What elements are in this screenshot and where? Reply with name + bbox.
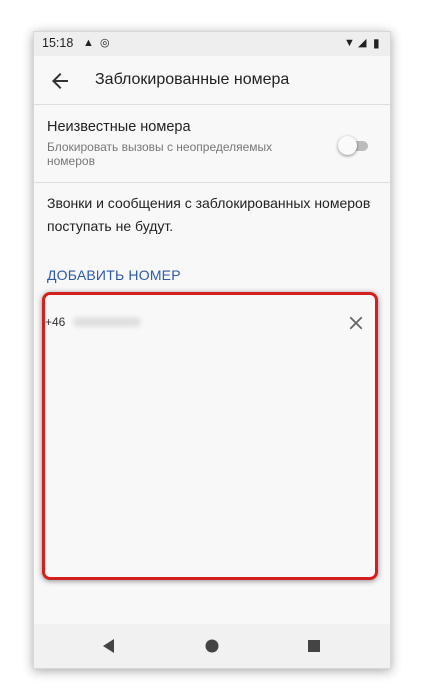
blocked-info-text: Звонки и сообщения с заблокированных ном… — [47, 195, 371, 234]
wifi-icon: ▼ — [344, 37, 355, 49]
section-divider — [34, 182, 390, 183]
page-title: Заблокированные номера — [95, 71, 290, 88]
back-triangle-icon[interactable] — [95, 632, 123, 660]
add-number-button[interactable]: ДОБАВИТЬ НОМЕР — [47, 267, 181, 283]
status-time: 15:18 — [42, 36, 74, 50]
signal-icon: ◢ — [358, 37, 367, 49]
recents-square-icon[interactable] — [300, 632, 328, 660]
phone-screen: 15:18 ▲ ◎ ▼ ◢ ▮ Заблокированные номера Н… — [33, 31, 391, 669]
warning-icon: ▲ — [83, 37, 94, 49]
highlight-frame — [42, 292, 378, 580]
unknown-numbers-title: Неизвестные номера — [47, 119, 191, 135]
arrow-back-icon[interactable] — [48, 69, 72, 93]
status-bar: 15:18 ▲ ◎ ▼ ◢ ▮ — [34, 32, 390, 56]
header-divider — [34, 104, 390, 105]
home-circle-icon[interactable] — [198, 632, 226, 660]
battery-icon: ▮ — [373, 36, 380, 50]
unknown-numbers-toggle[interactable] — [338, 135, 370, 157]
toggle-thumb — [338, 136, 357, 155]
sync-icon: ◎ — [100, 37, 110, 49]
app-bar: Заблокированные номера — [34, 56, 390, 110]
navigation-bar — [34, 624, 390, 668]
unknown-numbers-subtitle: Блокировать вызовы с неопределяемых номе… — [47, 140, 273, 168]
unknown-numbers-setting[interactable]: Неизвестные номера Блокировать вызовы с … — [34, 111, 390, 181]
